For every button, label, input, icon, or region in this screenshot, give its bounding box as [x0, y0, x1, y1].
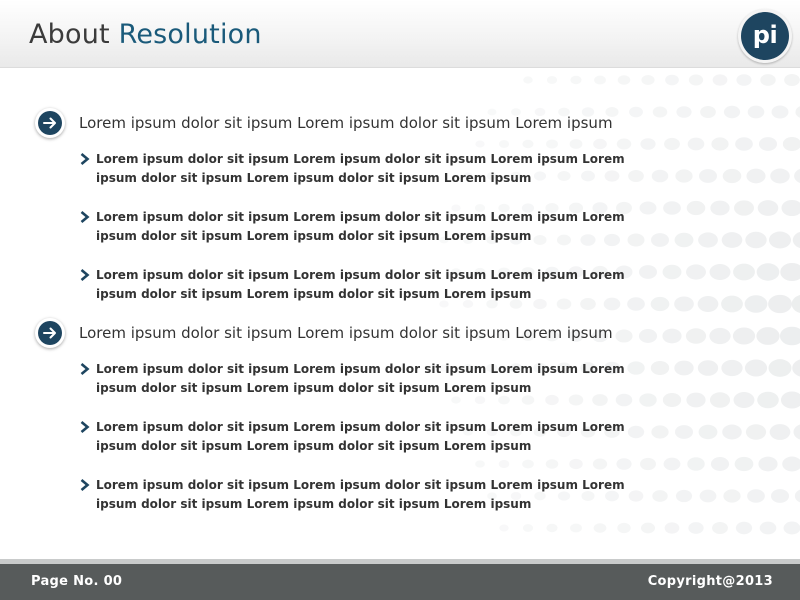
copyright-text: Copyright@2013	[647, 574, 773, 589]
section-heading-text: Lorem ipsum dolor sit ipsum Lorem ipsum …	[79, 114, 613, 132]
chevron-right-icon	[80, 211, 90, 223]
bullet-text: Lorem ipsum dolor sit ipsum Lorem ipsum …	[96, 478, 625, 511]
logo-text: pi	[741, 12, 789, 60]
page-title: About Resolution	[29, 18, 262, 52]
chevron-right-icon	[80, 421, 90, 433]
bullet-text: Lorem ipsum dolor sit ipsum Lorem ipsum …	[96, 420, 625, 453]
header-bar: About Resolution pi	[0, 0, 800, 68]
chevron-right-icon	[80, 363, 90, 375]
page-title-highlight: Resolution	[118, 19, 262, 50]
pi-logo: pi	[738, 9, 792, 63]
page-number: Page No. 00	[31, 574, 123, 589]
bullet-text: Lorem ipsum dolor sit ipsum Lorem ipsum …	[96, 268, 625, 301]
chevron-right-icon	[80, 153, 90, 165]
arrow-right-circle-icon	[35, 108, 65, 138]
section-heading-text: Lorem ipsum dolor sit ipsum Lorem ipsum …	[79, 324, 613, 342]
chevron-right-icon	[80, 269, 90, 281]
chevron-right-icon	[80, 479, 90, 491]
bullet-text: Lorem ipsum dolor sit ipsum Lorem ipsum …	[96, 152, 625, 185]
footer-bar: Page No. 00 Copyright@2013	[0, 564, 800, 600]
page-title-prefix: About	[29, 19, 119, 50]
section-heading-1: Lorem ipsum dolor sit ipsum Lorem ipsum …	[35, 108, 735, 138]
section-heading-2: Lorem ipsum dolor sit ipsum Lorem ipsum …	[35, 318, 735, 348]
bullet-text: Lorem ipsum dolor sit ipsum Lorem ipsum …	[96, 210, 625, 243]
arrow-right-circle-icon	[35, 318, 65, 348]
bullet-text: Lorem ipsum dolor sit ipsum Lorem ipsum …	[96, 362, 625, 395]
